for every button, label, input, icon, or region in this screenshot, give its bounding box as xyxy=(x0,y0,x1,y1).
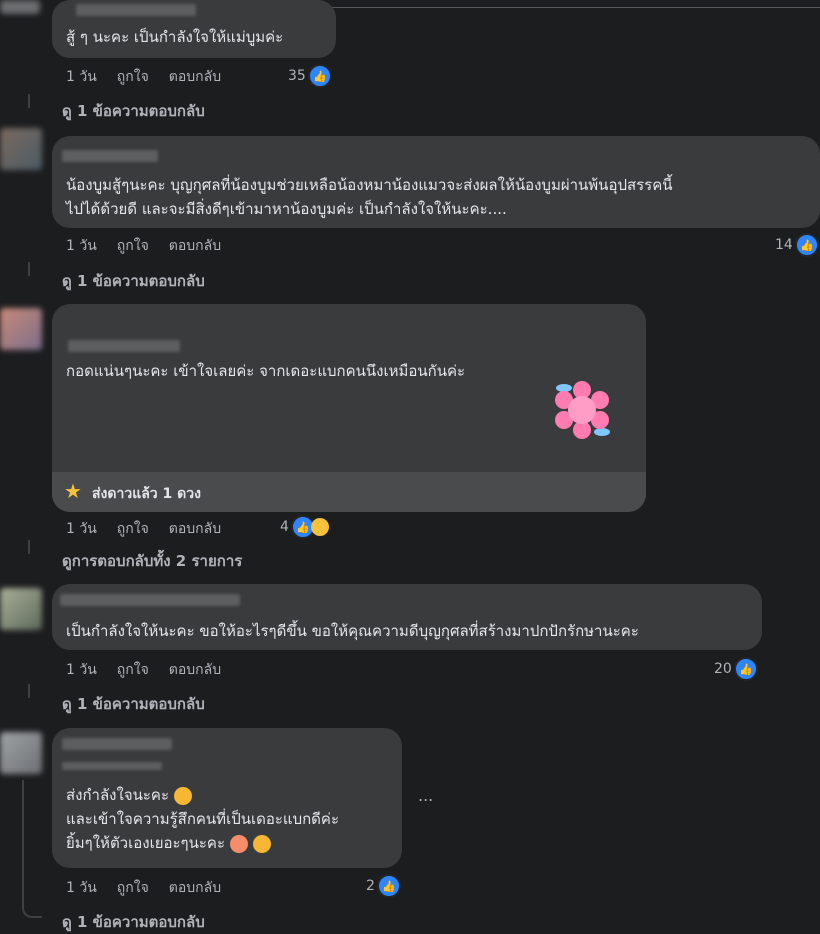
star-icon: ★ xyxy=(64,479,82,503)
like-button[interactable]: ถูกใจ xyxy=(117,659,149,681)
stars-sent-bar[interactable]: ★ ส่งดาวแล้ว 1 ดวง xyxy=(52,472,646,512)
comment-actions: 1 วัน ถูกใจ ตอบกลับ xyxy=(66,518,221,540)
avatar[interactable] xyxy=(0,308,42,350)
reply-button[interactable]: ตอบกลับ xyxy=(169,659,221,681)
reaction-summary[interactable]: 35 👍 xyxy=(288,64,332,88)
comment-bubble: น้องบูมสู้ๆนะคะ บุญกุศลที่น้องบูมช่วยเหล… xyxy=(52,136,820,228)
reaction-summary[interactable]: 4 👍 xyxy=(280,515,329,539)
comment-text-line: ไปได้ด้วยดี และจะมีสิ่งดีๆเข้ามาหาน้องบู… xyxy=(66,200,507,218)
view-replies-link[interactable]: ดู 1 ข้อความตอบกลับ xyxy=(62,269,205,293)
smiling-hearts-emoji-icon xyxy=(229,834,248,853)
kiss-emoji-icon xyxy=(252,834,271,853)
thread-line xyxy=(28,684,30,698)
comment-bubble: สู้ ๆ นะคะ เป็นกำลังใจให้แม่บูมค่ะ xyxy=(52,0,336,58)
thread-line xyxy=(28,540,30,554)
avatar[interactable] xyxy=(0,588,42,630)
comment-bubble: เป็นกำลังใจให้นะคะ ขอให้อะไรๆดีขึ้น ขอให… xyxy=(52,584,762,650)
commenter-name-blurred[interactable] xyxy=(76,4,196,16)
thumbs-up-icon: 👍 xyxy=(733,657,758,681)
view-replies-link[interactable]: ดู 1 ข้อความตอบกลับ xyxy=(62,692,205,716)
reply-button[interactable]: ตอบกลับ xyxy=(169,518,221,540)
thread-line xyxy=(28,94,30,108)
thumbs-up-icon: 👍 xyxy=(307,64,332,88)
care-emoji-icon xyxy=(310,518,329,536)
comment-text-line: น้องบูมสู้ๆนะคะ บุญกุศลที่น้องบูมช่วยเหล… xyxy=(66,176,673,194)
comment-actions: 1 วัน ถูกใจ ตอบกลับ xyxy=(66,66,221,88)
commenter-name-blurred[interactable] xyxy=(60,594,240,606)
commenter-name-blurred xyxy=(62,762,162,770)
comment-text-line: ยิ้มๆให้ตัวเองเยอะๆนะคะ xyxy=(66,830,271,856)
reaction-count: 4 xyxy=(280,519,289,535)
comment-text-line: และเข้าใจความรู้สึกคนที่เป็นเดอะแบกดีค่ะ xyxy=(66,810,340,828)
stars-sent-label: ส่งดาวแล้ว 1 ดวง xyxy=(92,486,201,502)
like-button[interactable]: ถูกใจ xyxy=(117,235,149,257)
more-options-button[interactable]: ... xyxy=(418,786,433,805)
comment-bubble: กอดแน่นๆนะคะ เข้าใจเลยค่ะ จากเดอะแบกคนนึ… xyxy=(52,304,646,512)
thread-line xyxy=(28,262,30,276)
reaction-summary[interactable]: 14 👍 xyxy=(775,233,819,257)
reply-button[interactable]: ตอบกลับ xyxy=(169,877,221,899)
comment-actions: 1 วัน ถูกใจ ตอบกลับ xyxy=(66,877,221,899)
avatar[interactable] xyxy=(0,128,42,170)
reaction-summary[interactable]: 20 👍 xyxy=(714,657,758,681)
comment-bubble: ส่งกำลังใจนะคะ และเข้าใจความรู้สึกคนที่เ… xyxy=(52,728,402,868)
comment-text: สู้ ๆ นะคะ เป็นกำลังใจให้แม่บูมค่ะ xyxy=(66,28,284,46)
comment-time[interactable]: 1 วัน xyxy=(66,66,97,88)
reaction-summary[interactable]: 2 👍 xyxy=(366,874,401,898)
heart-eyes-emoji-icon xyxy=(173,786,192,805)
view-replies-link[interactable]: ดู 1 ข้อความตอบกลับ xyxy=(62,99,205,123)
commenter-name-blurred[interactable] xyxy=(62,150,158,162)
comment-time[interactable]: 1 วัน xyxy=(66,659,97,681)
comment-text: กอดแน่นๆนะคะ เข้าใจเลยค่ะ จากเดอะแบกคนนึ… xyxy=(66,362,466,380)
thumbs-up-icon: 👍 xyxy=(794,233,819,257)
commenter-name-blurred[interactable] xyxy=(62,738,172,750)
reaction-count: 14 xyxy=(775,237,793,253)
pink-flower-sticker[interactable] xyxy=(550,378,614,442)
comment-actions: 1 วัน ถูกใจ ตอบกลับ xyxy=(66,235,221,257)
like-button[interactable]: ถูกใจ xyxy=(117,518,149,540)
thread-line xyxy=(22,780,42,918)
comment-time[interactable]: 1 วัน xyxy=(66,235,97,257)
comment-time[interactable]: 1 วัน xyxy=(66,518,97,540)
view-replies-link[interactable]: ดู 1 ข้อความตอบกลับ xyxy=(62,910,205,934)
reply-button[interactable]: ตอบกลับ xyxy=(169,235,221,257)
comment-text-line: ส่งกำลังใจนะคะ xyxy=(66,782,192,808)
avatar[interactable] xyxy=(0,732,42,774)
reaction-count: 20 xyxy=(714,661,732,677)
reaction-count: 2 xyxy=(366,878,375,894)
reaction-count: 35 xyxy=(288,68,306,84)
like-button[interactable]: ถูกใจ xyxy=(117,66,149,88)
comment-text: เป็นกำลังใจให้นะคะ ขอให้อะไรๆดีขึ้น ขอให… xyxy=(66,622,639,640)
avatar[interactable] xyxy=(0,0,40,14)
thumbs-up-icon: 👍 xyxy=(376,874,401,898)
like-button[interactable]: ถูกใจ xyxy=(117,877,149,899)
comment-time[interactable]: 1 วัน xyxy=(66,877,97,899)
reply-button[interactable]: ตอบกลับ xyxy=(169,66,221,88)
commenter-name-blurred[interactable] xyxy=(68,340,180,352)
comment-actions: 1 วัน ถูกใจ ตอบกลับ xyxy=(66,659,221,681)
view-replies-link[interactable]: ดูการตอบกลับทั้ง 2 รายการ xyxy=(62,549,242,573)
